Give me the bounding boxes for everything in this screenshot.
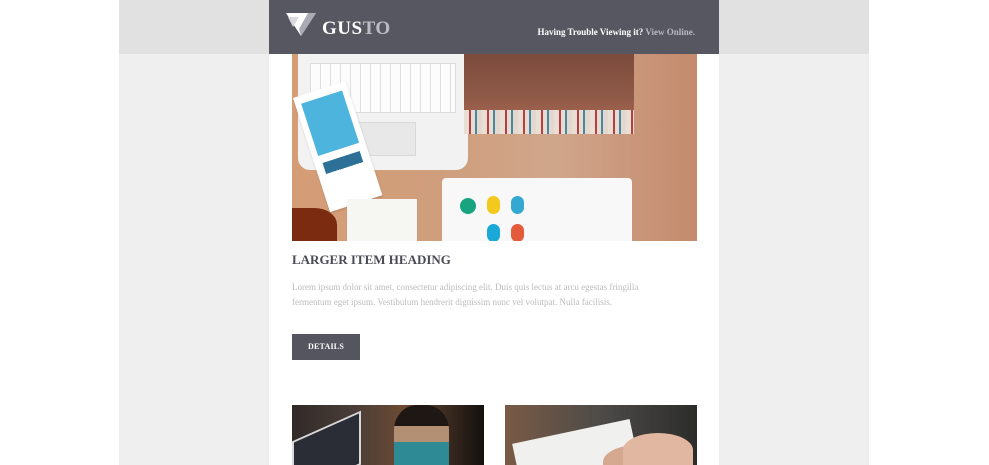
brand-logo[interactable]: GUSTO <box>286 12 391 38</box>
notepad-image-detail <box>347 199 417 241</box>
books-image-detail <box>464 54 634 134</box>
viewing-help-text: Having Trouble Viewing it? View Online. <box>537 27 695 37</box>
featured-item-content: LARGER ITEM HEADING Lorem ipsum dolor si… <box>292 251 697 310</box>
brand-name-part-1: GUS <box>322 18 363 39</box>
brand-name: GUSTO <box>322 19 391 38</box>
email-preview-canvas: GUSTO Having Trouble Viewing it? View On… <box>0 0 989 465</box>
view-online-link[interactable]: View Online. <box>645 27 695 37</box>
details-button[interactable]: DETAILS <box>292 334 360 360</box>
desk-workspace-image <box>292 54 697 241</box>
brand-name-part-2: TO <box>362 18 391 39</box>
decorative-object-image-detail <box>292 208 337 241</box>
viewing-help-prefix: Having Trouble Viewing it? <box>537 27 644 37</box>
newsletter-email: GUSTO Having Trouble Viewing it? View On… <box>269 0 719 465</box>
featured-item-description: Lorem ipsum dolor sit amet, consectetur … <box>292 282 639 307</box>
writing-hands-image <box>505 405 697 465</box>
gusto-logo-icon <box>286 13 316 36</box>
design-book-image-detail <box>442 178 632 241</box>
laptop-person-image <box>292 405 484 465</box>
featured-item-heading: LARGER ITEM HEADING <box>292 252 451 267</box>
email-header: GUSTO Having Trouble Viewing it? View On… <box>269 0 719 54</box>
